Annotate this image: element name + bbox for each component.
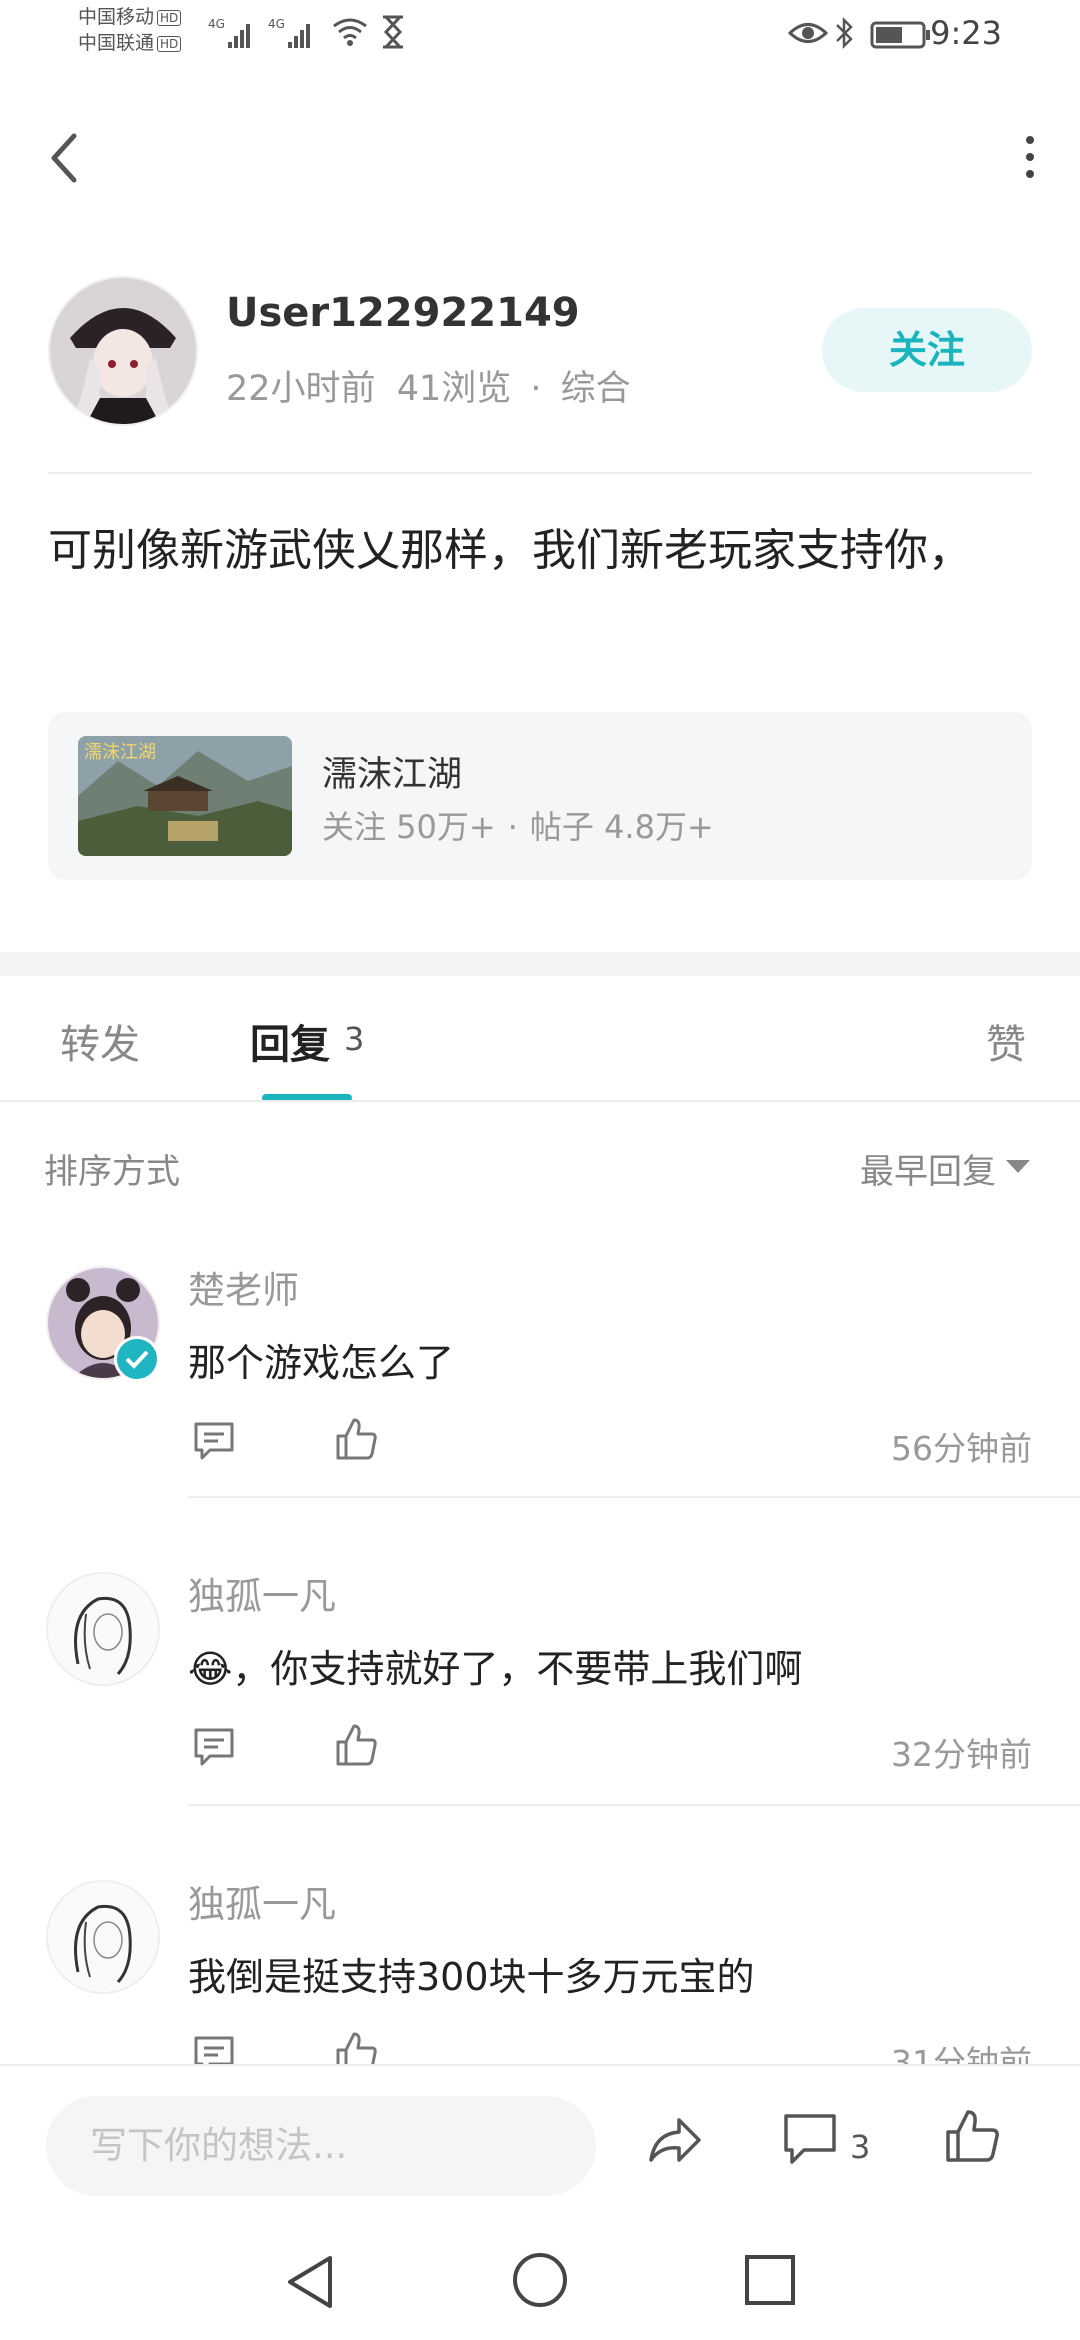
comment-icon[interactable] <box>780 2108 840 2168</box>
comment-input[interactable] <box>46 2096 596 2196</box>
reply-count: 3 <box>344 1020 365 1058</box>
svg-text:4G: 4G <box>208 17 225 31</box>
like-icon[interactable] <box>942 2106 1002 2166</box>
clock: 9:23 <box>930 14 1002 52</box>
status-bar: 中国移动 HD 中国联通 HD 4G 4G 9:23 <box>0 0 1080 70</box>
post-meta: 22小时前 41浏览 · 综合 <box>226 369 631 409</box>
nav-home-icon[interactable] <box>510 2250 570 2310</box>
carrier-2: 中国联通 HD <box>78 32 182 54</box>
bottom-action-bar: 3 <box>0 2064 1080 2226</box>
sort-dropdown[interactable]: 最早回复 <box>860 1144 996 1193</box>
author-avatar[interactable] <box>48 276 198 426</box>
signal-icon-2: 4G <box>268 17 310 48</box>
hourglass-icon <box>383 15 403 49</box>
follow-button[interactable]: 关注 <box>822 308 1032 392</box>
comment-text: 我倒是挺支持300块十多万元宝的 <box>188 1955 755 1999</box>
game-name: 濡沫江湖 <box>322 755 463 795</box>
back-icon[interactable] <box>44 128 84 188</box>
post-content: 可别像新游武侠乂那样，我们新老玩家支持你， <box>48 525 972 576</box>
author-name[interactable]: User122922149 <box>226 290 580 336</box>
tab-like[interactable]: 赞 <box>986 1012 1026 1070</box>
nav-recent-icon[interactable] <box>742 2252 798 2308</box>
system-nav-bar <box>0 2226 1080 2340</box>
carrier-1: 中国移动 HD <box>78 6 182 28</box>
chevron-down-icon[interactable] <box>1006 1160 1030 1173</box>
post-time: 22小时前 <box>226 369 376 409</box>
section-separator <box>0 952 1080 976</box>
reply-icon[interactable] <box>190 1722 238 1770</box>
comment-author[interactable]: 独孤一凡 <box>188 1566 336 1620</box>
more-icon[interactable] <box>1020 132 1040 182</box>
share-icon[interactable] <box>645 2110 705 2170</box>
like-icon[interactable] <box>332 1414 380 1462</box>
comment-time: 56分钟前 <box>891 1429 1032 1468</box>
comment-avatar[interactable] <box>46 1572 160 1686</box>
like-icon[interactable] <box>332 1720 380 1768</box>
comment-text: 😂，你支持就好了，不要带上我们啊 <box>188 1647 803 1691</box>
bluetooth-icon <box>836 16 853 50</box>
comment-count: 3 <box>850 2128 871 2166</box>
eye-icon <box>788 23 828 43</box>
svg-text:4G: 4G <box>268 17 285 31</box>
signal-icon: 4G <box>208 17 250 48</box>
sort-label: 排序方式 <box>44 1152 180 1192</box>
comment-avatar[interactable] <box>46 1880 160 1994</box>
battery-icon <box>870 21 930 49</box>
post-category[interactable]: 综合 <box>561 369 631 409</box>
nav-back-icon[interactable] <box>282 2252 338 2312</box>
post-views: 41浏览 <box>396 369 512 409</box>
divider <box>0 1100 1080 1102</box>
divider <box>188 1496 1080 1498</box>
tab-repost[interactable]: 转发 <box>60 1012 140 1070</box>
game-thumbnail: 濡沫江湖 <box>78 736 292 856</box>
comment-time: 32分钟前 <box>891 1735 1032 1774</box>
comment-text: 那个游戏怎么了 <box>188 1341 455 1385</box>
reply-icon[interactable] <box>190 1416 238 1464</box>
game-card[interactable]: 濡沫江湖 濡沫江湖 关注 50万+ · 帖子 4.8万+ <box>48 712 1032 880</box>
wifi-icon <box>333 18 367 46</box>
divider <box>48 472 1032 474</box>
verified-badge-icon <box>114 1336 160 1382</box>
svg-text:濡沫江湖: 濡沫江湖 <box>84 742 156 763</box>
game-stats: 关注 50万+ · 帖子 4.8万+ <box>322 808 714 846</box>
comment-author[interactable]: 独孤一凡 <box>188 1874 336 1928</box>
comment-author[interactable]: 楚老师 <box>188 1260 299 1314</box>
tab-reply[interactable]: 回复 <box>250 1012 330 1070</box>
divider <box>188 1804 1080 1806</box>
